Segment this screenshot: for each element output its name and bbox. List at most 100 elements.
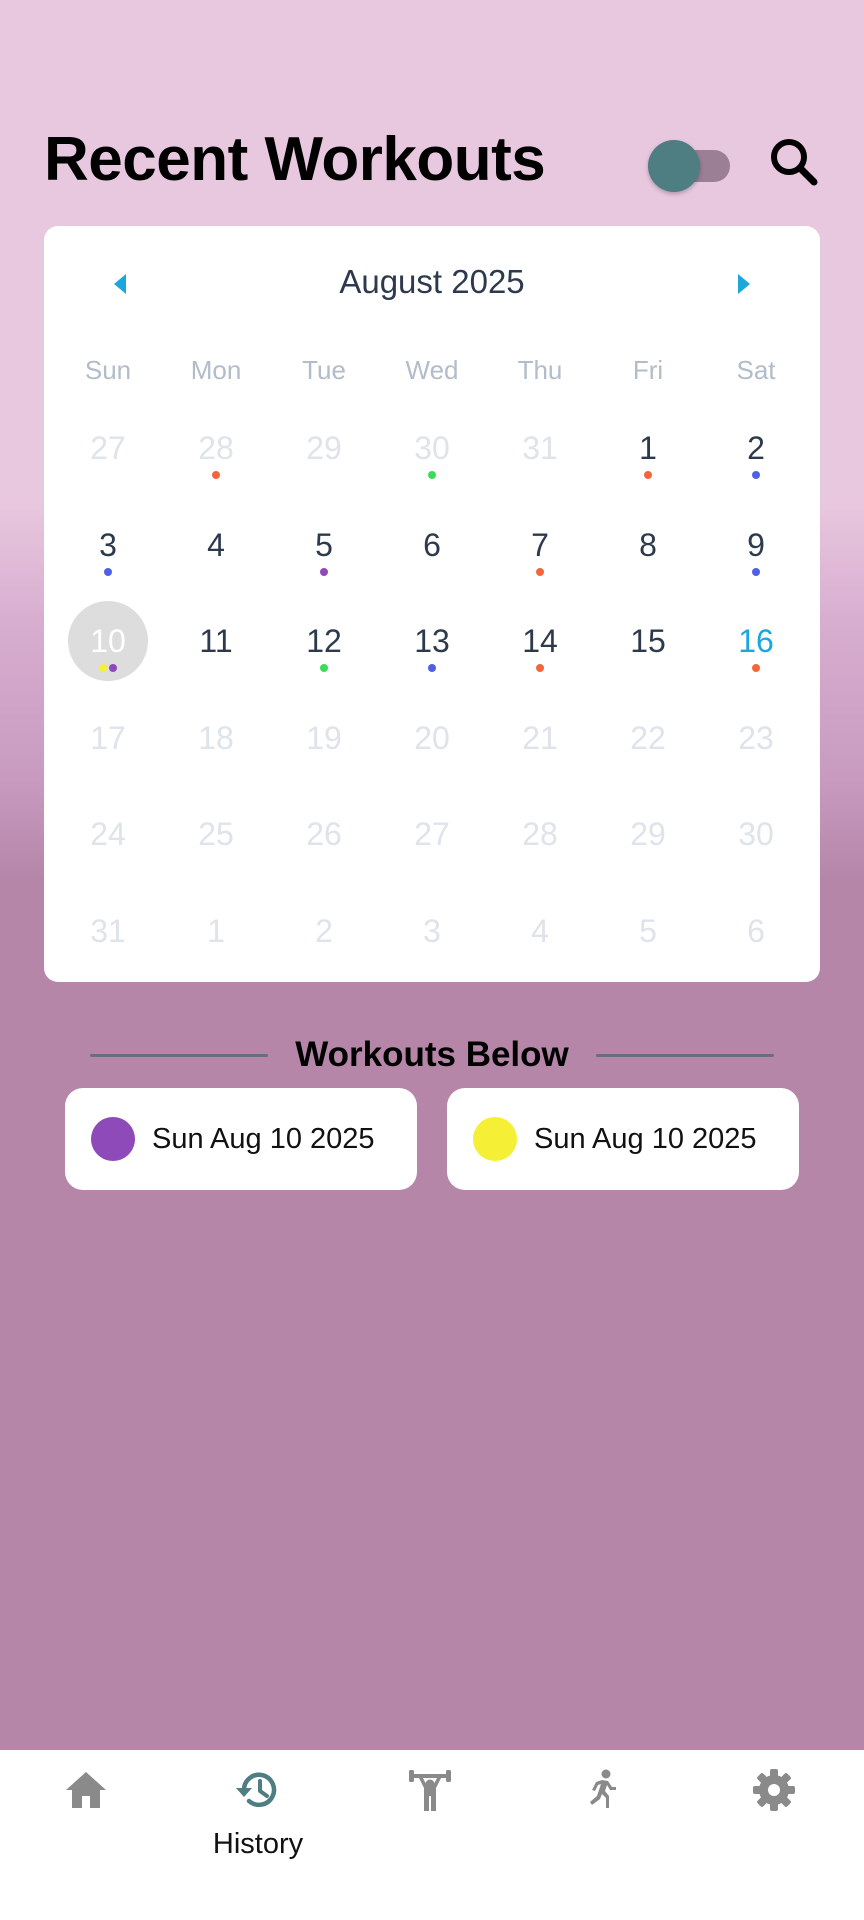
toggle-knob [648, 140, 700, 192]
month-label: August 2025 [339, 263, 525, 300]
calendar-day[interactable]: 1 [608, 408, 688, 488]
weekday-label: Fri [632, 355, 664, 385]
workout-dots [716, 471, 796, 481]
calendar-day[interactable]: 2 [716, 408, 796, 488]
calendar-day[interactable]: 8 [608, 505, 688, 585]
day-number: 1 [207, 913, 225, 949]
gear-icon [753, 1769, 795, 1811]
nav-home[interactable] [0, 1750, 172, 1920]
calendar-day[interactable]: 30 [392, 408, 472, 488]
day-number: 26 [306, 816, 342, 853]
day-number: 19 [306, 719, 342, 756]
calendar-day[interactable]: 22 [608, 698, 688, 778]
calendar-day[interactable]: 1 [176, 891, 256, 971]
calendar-day[interactable]: 6 [392, 505, 472, 585]
calendar-day[interactable]: 11 [176, 601, 256, 681]
day-number: 18 [198, 719, 234, 756]
calendar-card: August 2025 Sun Mon Tue Wed Thu Fri Sat 27 28 29… [44, 226, 820, 982]
calendar-day[interactable]: 26 [284, 794, 364, 874]
workout-card[interactable]: Sun Aug 10 2025 [65, 1088, 417, 1190]
calendar-day[interactable]: 25 [176, 794, 256, 874]
calendar-day[interactable]: 9 [716, 505, 796, 585]
calendar-day[interactable]: 24 [68, 794, 148, 874]
calendar-day[interactable]: 14 [500, 601, 580, 681]
day-number: 27 [90, 430, 126, 466]
workout-card[interactable]: Sun Aug 10 2025 [447, 1088, 799, 1190]
nav-history[interactable]: History [172, 1750, 344, 1920]
calendar-day[interactable]: 13 [392, 601, 472, 681]
weekday-label: Thu [517, 355, 563, 385]
calendar-header: August 2025 [44, 254, 820, 310]
calendar-day[interactable]: 16 [716, 601, 796, 681]
calendar-day[interactable]: 3 [392, 891, 472, 971]
calendar-day[interactable]: 18 [176, 698, 256, 778]
calendar-day[interactable]: 27 [68, 408, 148, 488]
calendar-day[interactable]: 31 [68, 891, 148, 971]
header: Recent Workouts [44, 120, 820, 200]
workout-dots [716, 567, 796, 578]
nav-workouts[interactable] [344, 1750, 516, 1920]
calendar-day[interactable]: 28 [176, 408, 256, 488]
page-title: Recent Workouts [44, 125, 546, 194]
runner-icon [590, 1769, 616, 1808]
workout-dot [320, 664, 328, 673]
workout-dot [320, 567, 328, 576]
day-number: 3 [423, 913, 441, 949]
calendar-day[interactable]: 5 [284, 505, 364, 585]
view-toggle[interactable] [648, 140, 732, 192]
day-number: 30 [738, 816, 774, 853]
calendar-day[interactable]: 21 [500, 698, 580, 778]
nav-activity[interactable] [516, 1750, 688, 1920]
workout-dot [104, 567, 112, 576]
calendar-day[interactable]: 15 [608, 601, 688, 681]
calendar-day[interactable]: 17 [68, 698, 148, 778]
workout-color-swatch [91, 1117, 135, 1161]
day-number: 31 [522, 430, 558, 466]
calendar-day[interactable]: 7 [500, 505, 580, 585]
calendar-day[interactable]: 3 [68, 505, 148, 585]
calendar-day[interactable]: 4 [500, 891, 580, 971]
calendar-day[interactable]: 29 [284, 408, 364, 488]
calendar-day[interactable]: 23 [716, 698, 796, 778]
weekday-label: Sun [84, 355, 132, 385]
weekday-label: Mon [190, 355, 242, 385]
workout-dots [392, 471, 472, 481]
workout-dots [392, 664, 472, 674]
next-month-button[interactable] [726, 266, 762, 302]
workout-dot [752, 471, 760, 479]
calendar-day[interactable]: 2 [284, 891, 364, 971]
calendar-day[interactable]: 28 [500, 794, 580, 874]
nav-settings[interactable] [688, 1750, 860, 1920]
day-number: 24 [90, 816, 126, 853]
calendar-day[interactable]: 20 [392, 698, 472, 778]
triangle-right-icon [738, 274, 750, 294]
calendar-day[interactable]: 12 [284, 601, 364, 681]
calendar-day[interactable]: 4 [176, 505, 256, 585]
search-button[interactable] [766, 134, 822, 190]
home-icon [66, 1772, 106, 1808]
calendar-day[interactable]: 5 [608, 891, 688, 971]
day-number: 28 [522, 816, 558, 853]
calendar-day[interactable]: 31 [500, 408, 580, 488]
nav-label: History [212, 1828, 304, 1860]
day-number: 6 [747, 913, 765, 949]
workout-dot [752, 567, 760, 576]
workout-date-label: Sun Aug 10 2025 [152, 1123, 375, 1155]
workout-dots [608, 471, 688, 481]
calendar-day[interactable]: 10 [68, 601, 148, 682]
day-number: 5 [639, 913, 657, 949]
workout-dot [212, 471, 220, 479]
calendar-day[interactable]: 30 [716, 794, 796, 874]
calendar-day[interactable]: 6 [716, 891, 796, 971]
workout-dot [536, 664, 544, 673]
day-number: 20 [414, 719, 450, 756]
day-number: 2 [315, 913, 333, 949]
day-number: 4 [207, 526, 225, 563]
day-number: 8 [639, 526, 657, 563]
day-number: 29 [306, 430, 342, 466]
calendar-day[interactable]: 29 [608, 794, 688, 874]
calendar-day[interactable]: 19 [284, 698, 364, 778]
divider-line-right [596, 1054, 774, 1057]
calendar-day[interactable]: 27 [392, 794, 472, 874]
workout-dots [500, 567, 580, 578]
